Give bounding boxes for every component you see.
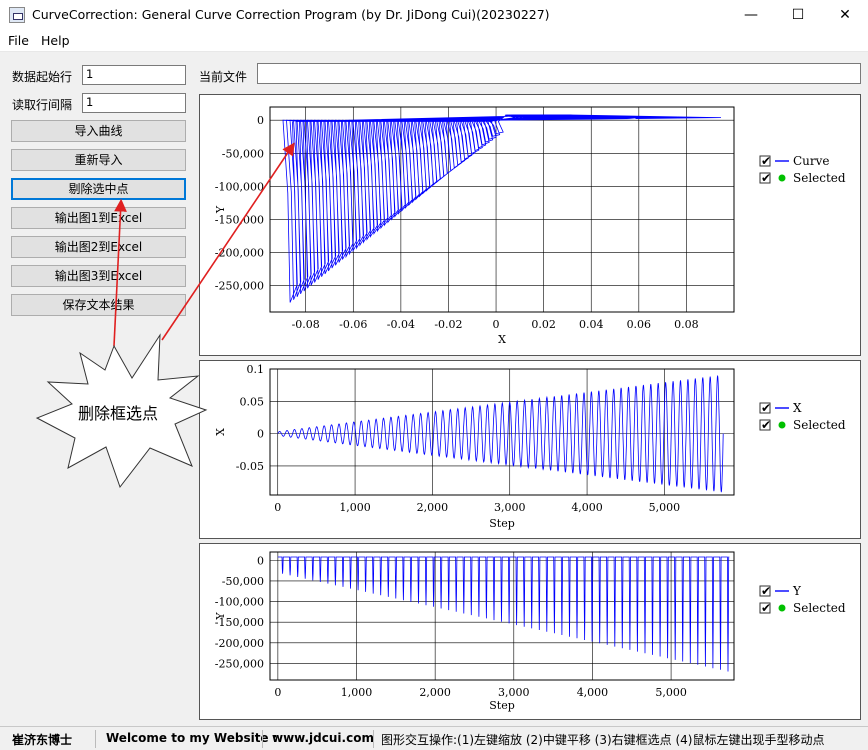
start-row-input[interactable]: 1 xyxy=(82,65,186,85)
legend-label: Y xyxy=(792,584,802,598)
close-button[interactable]: ✕ xyxy=(822,0,868,30)
x-tick-label: 3,000 xyxy=(494,501,526,514)
interval-input[interactable]: 1 xyxy=(82,93,186,113)
legend-check-icon: ✔ xyxy=(761,401,771,415)
legend-check-icon: ✔ xyxy=(761,418,771,432)
x-tick-label: 4,000 xyxy=(577,686,609,699)
x-step-chart[interactable]: 0.1 0.05 0 -0.05 0 1,000 2,000 3,000 4,000 5,000 S… xyxy=(200,361,862,540)
status-website-link[interactable]: www.jdcui.com xyxy=(272,731,374,745)
app-icon xyxy=(9,7,25,23)
y-axis-title: X xyxy=(214,428,227,436)
chart-panel-1[interactable]: 0 -50,000 -100,000 -150,000 -200,000 -250,000… xyxy=(199,94,861,356)
y-tick-label: -200,000 xyxy=(215,246,264,259)
import-curve-button[interactable]: 导入曲线 xyxy=(11,120,186,142)
legend-label: Selected xyxy=(793,418,846,432)
x-tick-label: 4,000 xyxy=(571,501,603,514)
x-tick-label: 0 xyxy=(274,501,281,514)
status-separator xyxy=(262,730,263,748)
y-axis-title: Y xyxy=(214,612,227,621)
status-separator xyxy=(373,730,374,748)
y-tick-label: 0 xyxy=(257,428,264,441)
y-tick-label: -200,000 xyxy=(215,637,264,650)
start-row-label: 数据起始行 xyxy=(12,70,73,84)
export-chart3-button[interactable]: 输出图3到Excel xyxy=(11,265,186,287)
y-tick-label: -150,000 xyxy=(215,213,264,226)
chart-panel-3[interactable]: 0 -50,000 -100,000 -150,000 -200,000 -250,000… xyxy=(199,543,861,720)
x-tick-label: -0.02 xyxy=(434,318,462,331)
maximize-button[interactable]: ☐ xyxy=(775,0,821,30)
y-step-chart[interactable]: 0-50,000-100,000-150,000-200,000-250,000… xyxy=(200,544,862,721)
minimize-button[interactable]: — xyxy=(728,0,774,30)
export-chart1-button[interactable]: 输出图1到Excel xyxy=(11,207,186,229)
y-tick-label: -0.05 xyxy=(236,460,264,473)
export-chart2-button[interactable]: 输出图2到Excel xyxy=(11,236,186,258)
x-tick-label: -0.04 xyxy=(387,318,415,331)
current-file-label: 当前文件 xyxy=(199,70,248,84)
window-title: CurveCorrection: General Curve Correctio… xyxy=(32,7,550,22)
x-tick-label: -0.06 xyxy=(339,318,367,331)
x-tick-label: 1,000 xyxy=(341,686,373,699)
x-tick-label: 0.08 xyxy=(674,318,699,331)
legend-check-icon: ✔ xyxy=(761,171,771,185)
menu-file[interactable]: File xyxy=(8,33,29,48)
x-axis-title: Step xyxy=(489,517,515,530)
y-axis-title: Y xyxy=(214,205,227,214)
status-help-text: 图形交互操作:(1)左键缩放 (2)中键平移 (3)右键框选点 (4)鼠标左键出… xyxy=(381,733,825,747)
remove-selected-button[interactable]: 剔除选中点 xyxy=(11,178,186,200)
legend-label: Selected xyxy=(793,601,846,615)
chart-panel-2[interactable]: 0.1 0.05 0 -0.05 0 1,000 2,000 3,000 4,000 5,000 S… xyxy=(199,360,861,539)
menu-bar: File Help xyxy=(0,30,868,52)
menu-help[interactable]: Help xyxy=(41,33,70,48)
y-tick-label: -100,000 xyxy=(215,180,264,193)
legend-check-icon: ✔ xyxy=(761,601,771,615)
x-tick-label: 0.06 xyxy=(627,318,652,331)
legend-label: X xyxy=(793,401,802,415)
y-tick-label: -250,000 xyxy=(215,657,264,670)
interval-label: 读取行间隔 xyxy=(12,98,73,112)
status-author: 崔济东博士 xyxy=(12,733,73,747)
curve-series xyxy=(282,114,722,303)
reimport-button[interactable]: 重新导入 xyxy=(11,149,186,171)
y-tick-label: 0.05 xyxy=(240,395,265,408)
x-tick-label: 5,000 xyxy=(655,686,687,699)
legend-dot-swatch xyxy=(778,421,786,429)
callout-text: 删除框选点 xyxy=(78,404,159,423)
title-bar: CurveCorrection: General Curve Correctio… xyxy=(0,0,868,30)
x-axis-title: X xyxy=(498,333,506,346)
y-tick-label: -100,000 xyxy=(215,596,264,609)
curve-series xyxy=(277,375,724,493)
legend-check-icon: ✔ xyxy=(761,154,771,168)
x-tick-label: 0 xyxy=(493,318,500,331)
legend-dot-swatch xyxy=(778,174,786,182)
status-separator xyxy=(95,730,96,748)
x-tick-label: 1,000 xyxy=(339,501,371,514)
x-tick-label: -0.08 xyxy=(292,318,320,331)
y-tick-label: 0.1 xyxy=(247,363,265,376)
xy-hysteresis-chart[interactable]: 0 -50,000 -100,000 -150,000 -200,000 -250,000… xyxy=(200,95,862,357)
plot-frame xyxy=(269,106,735,313)
x-tick-label: 0 xyxy=(274,686,281,699)
x-tick-label: 0.04 xyxy=(579,318,604,331)
curve-series xyxy=(277,556,730,672)
y-tick-label: -250,000 xyxy=(215,280,264,293)
legend-label: Selected xyxy=(793,171,846,185)
x-tick-label: 2,000 xyxy=(417,501,449,514)
legend-label: Curve xyxy=(793,154,830,168)
y-tick-label: -50,000 xyxy=(222,575,264,588)
status-welcome: Welcome to my Website : xyxy=(106,731,278,745)
y-tick-label: -50,000 xyxy=(222,147,264,160)
y-tick-label: 0 xyxy=(257,554,264,567)
status-bar: 崔济东博士 Welcome to my Website : www.jdcui.… xyxy=(0,726,868,750)
save-text-button[interactable]: 保存文本结果 xyxy=(11,294,186,316)
x-tick-label: 2,000 xyxy=(419,686,451,699)
y-tick-label: 0 xyxy=(257,114,264,127)
current-file-input[interactable] xyxy=(257,63,861,84)
legend-check-icon: ✔ xyxy=(761,584,771,598)
x-tick-label: 5,000 xyxy=(649,501,681,514)
x-tick-label: 3,000 xyxy=(498,686,530,699)
x-tick-label: 0.02 xyxy=(531,318,556,331)
legend-dot-swatch xyxy=(778,604,786,612)
x-axis-title: Step xyxy=(489,699,515,712)
